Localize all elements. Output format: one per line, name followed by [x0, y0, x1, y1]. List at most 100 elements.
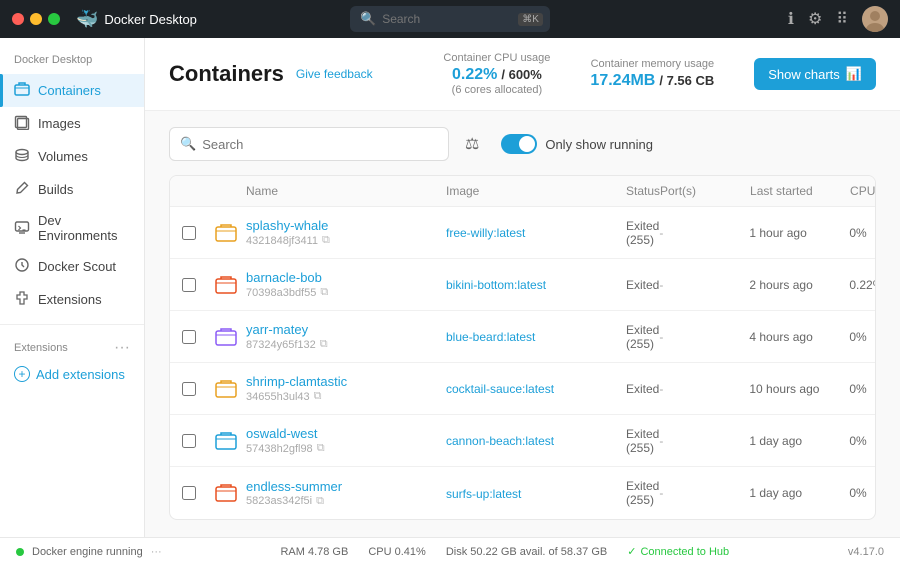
sidebar-item-dev-environments[interactable]: Dev Environments [0, 206, 144, 250]
info-icon[interactable]: ℹ [788, 9, 794, 29]
show-charts-label: Show charts [768, 67, 840, 82]
engine-status-label: Docker engine running [32, 546, 143, 558]
sidebar-item-containers[interactable]: Containers [0, 74, 144, 107]
copy-id-icon[interactable]: ⧉ [317, 442, 325, 455]
container-last-started-cell: 4 hours ago [749, 330, 849, 344]
minimize-dot[interactable] [30, 13, 42, 25]
mem-stat-label: Container memory usage [590, 58, 714, 70]
container-last-started-cell: 2 hours ago [749, 278, 849, 292]
container-search-box[interactable]: 🔍 [169, 127, 449, 161]
statusbar-more-icon[interactable]: ··· [151, 546, 162, 558]
row-checkbox[interactable] [182, 226, 196, 240]
row-checkbox[interactable] [182, 382, 196, 396]
container-search-input[interactable] [202, 137, 438, 152]
give-feedback-link[interactable]: Give feedback [296, 67, 373, 81]
only-show-running-toggle[interactable] [501, 134, 537, 154]
row-checkbox[interactable] [182, 278, 196, 292]
statusbar-version: v4.17.0 [848, 546, 884, 558]
container-image-cell: bikini-bottom:latest [446, 277, 626, 292]
search-icon: 🔍 [180, 136, 196, 152]
sidebar-item-builds[interactable]: Builds [0, 173, 144, 206]
container-last-started-cell: 10 hours ago [749, 382, 849, 396]
statusbar-ram: RAM 4.78 GB [280, 546, 348, 558]
col-header-image: Image [446, 184, 626, 198]
container-name-link[interactable]: splashy-whale [246, 218, 446, 233]
search-kbd: ⌘K [518, 13, 543, 26]
container-name-cell: yarr-matey 87324y65f132 ⧉ [246, 322, 446, 351]
container-status-cell: Exited (255) [626, 427, 659, 455]
container-cpu-cell: 0% [849, 226, 876, 240]
image-link[interactable]: bikini-bottom:latest [446, 278, 546, 292]
container-name-link[interactable]: endless-summer [246, 479, 446, 494]
copy-id-icon[interactable]: ⧉ [314, 390, 322, 403]
containers-icon [14, 81, 30, 100]
copy-id-icon[interactable]: ⧉ [322, 234, 330, 247]
container-image-cell: cocktail-sauce:latest [446, 381, 626, 396]
sidebar-item-images[interactable]: Images [0, 107, 144, 140]
images-label: Images [38, 116, 81, 131]
row-checkbox[interactable] [182, 434, 196, 448]
extensions-section-header: Extensions ··· [0, 333, 144, 359]
copy-id-icon[interactable]: ⧉ [320, 338, 328, 351]
container-port-cell: - [659, 278, 749, 292]
avatar[interactable] [862, 6, 888, 32]
row-checkbox[interactable] [182, 330, 196, 344]
hub-status: ✓ Connected to Hub [627, 545, 729, 558]
app-logo: 🐳 Docker Desktop [76, 9, 197, 30]
mem-stat-value: 17.24MB [590, 72, 655, 90]
image-link[interactable]: cannon-beach:latest [446, 434, 554, 448]
container-name-cell: splashy-whale 4321848jf3411 ⧉ [246, 218, 446, 247]
col-header-name: Name [246, 184, 446, 198]
sidebar-brand: Docker Desktop [0, 48, 144, 74]
container-id: 34655h3ul43 ⧉ [246, 390, 446, 403]
check-icon: ✓ [627, 545, 636, 558]
col-header-cpu: CPU % [850, 184, 876, 198]
row-checkbox-cell [182, 382, 214, 396]
extensions-more-icon[interactable]: ··· [114, 339, 130, 357]
maximize-dot[interactable] [48, 13, 60, 25]
container-name-link[interactable]: oswald-west [246, 426, 446, 441]
container-port-cell: - [659, 382, 749, 396]
sidebar-item-docker-scout[interactable]: Docker Scout [0, 250, 144, 283]
add-extensions-button[interactable]: + Add extensions [0, 359, 144, 389]
sidebar-item-extensions[interactable]: Extensions [0, 283, 144, 316]
col-header-last-started: Last started [750, 184, 850, 198]
mem-stat-block: Container memory usage 17.24MB / 7.56 CB [590, 58, 714, 90]
image-link[interactable]: cocktail-sauce:latest [446, 382, 554, 396]
container-status-cell: Exited (255) [626, 323, 659, 351]
stats-area: Container CPU usage 0.22% / 600% (6 core… [443, 52, 876, 96]
image-link[interactable]: blue-beard:latest [446, 330, 535, 344]
filter-icon[interactable]: ⚖ [459, 128, 485, 160]
row-checkbox[interactable] [182, 486, 196, 500]
statusbar-left: Docker engine running ··· [16, 546, 162, 558]
containers-table: Name Image Status Port(s) Last started C… [169, 175, 876, 520]
copy-id-icon[interactable]: ⧉ [320, 286, 328, 299]
container-port-cell: - [659, 434, 749, 448]
table-row: barnacle-bob 70398a3bdf55 ⧉ bikini-botto… [170, 259, 875, 311]
add-extensions-icon: + [14, 366, 30, 382]
search-input[interactable] [382, 12, 512, 26]
sidebar-item-volumes[interactable]: Volumes [0, 140, 144, 173]
container-name-link[interactable]: shrimp-clamtastic [246, 374, 446, 389]
show-charts-button[interactable]: Show charts 📊 [754, 58, 876, 90]
global-search[interactable]: 🔍 ⌘K [350, 6, 550, 32]
gear-icon[interactable]: ⚙ [808, 9, 822, 29]
builds-icon [14, 180, 30, 199]
copy-id-icon[interactable]: ⧉ [316, 495, 324, 508]
close-dot[interactable] [12, 13, 24, 25]
grid-icon[interactable]: ⠿ [836, 9, 848, 29]
statusbar-disk: Disk 50.22 GB avail. of 58.37 GB [446, 546, 607, 558]
container-name-cell: endless-summer 5823as342f5i ⧉ [246, 479, 446, 508]
container-name-link[interactable]: barnacle-bob [246, 270, 446, 285]
container-last-started-cell: 1 day ago [749, 434, 849, 448]
image-link[interactable]: surfs-up:latest [446, 487, 521, 501]
volumes-icon [14, 147, 30, 166]
container-icon-cell [214, 377, 246, 401]
container-id: 70398a3bdf55 ⧉ [246, 286, 446, 299]
container-last-started-cell: 1 day ago [749, 486, 849, 500]
app-title: Docker Desktop [104, 12, 196, 27]
image-link[interactable]: free-willy:latest [446, 226, 525, 240]
table-row: oswald-west 57438h2gfl98 ⧉ cannon-beach:… [170, 415, 875, 467]
container-name-link[interactable]: yarr-matey [246, 322, 446, 337]
table-body: splashy-whale 4321848jf3411 ⧉ free-willy… [170, 207, 875, 519]
